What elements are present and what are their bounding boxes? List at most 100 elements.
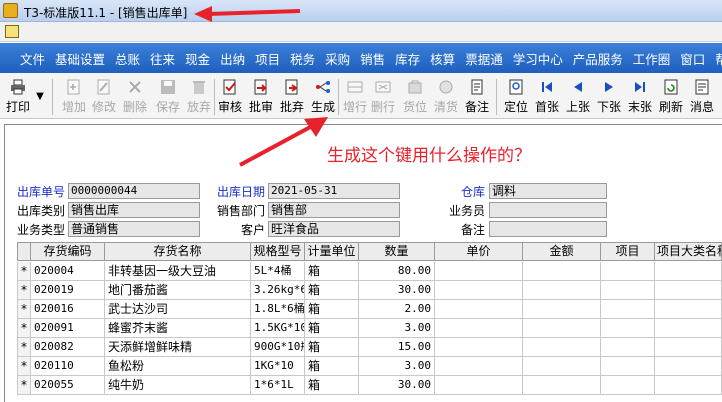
- cell-amount[interactable]: [523, 338, 601, 357]
- header-project[interactable]: 项目: [601, 242, 655, 261]
- cell-project-category[interactable]: [655, 319, 722, 338]
- cell-item-name[interactable]: 纯牛奶: [105, 376, 251, 395]
- cell-item-code[interactable]: 020019: [31, 281, 105, 300]
- menu-project[interactable]: 项目: [255, 49, 280, 68]
- cell-unit-price[interactable]: [435, 262, 523, 281]
- cell-amount[interactable]: [523, 262, 601, 281]
- row-marker[interactable]: *: [17, 376, 31, 395]
- cell-project-category[interactable]: [655, 338, 722, 357]
- clear-button[interactable]: 清货: [432, 77, 460, 117]
- out-type-field[interactable]: 销售出库: [68, 202, 200, 218]
- menu-cashier[interactable]: 出纳: [220, 49, 245, 68]
- document-icon[interactable]: [5, 25, 19, 38]
- header-item-code[interactable]: 存货编码: [31, 242, 105, 261]
- cell-amount[interactable]: [523, 357, 601, 376]
- header-project-category[interactable]: 项目大类名称: [655, 242, 722, 261]
- cell-project[interactable]: [601, 376, 655, 395]
- cell-unit-price[interactable]: [435, 338, 523, 357]
- cell-item-name[interactable]: 鱼松粉: [105, 357, 251, 376]
- cell-spec[interactable]: 1KG*10: [251, 357, 305, 376]
- edit-button[interactable]: 修改: [90, 77, 118, 117]
- cell-amount[interactable]: [523, 300, 601, 319]
- menu-accounts[interactable]: 往来: [150, 49, 175, 68]
- cell-unit-price[interactable]: [435, 319, 523, 338]
- cell-project-category[interactable]: [655, 357, 722, 376]
- cell-quantity[interactable]: 2.00: [359, 300, 435, 319]
- cell-spec[interactable]: 1.8L*6桶: [251, 300, 305, 319]
- location-button[interactable]: 货位: [401, 77, 429, 117]
- print-dropdown-icon[interactable]: ▼: [33, 91, 47, 105]
- menu-purchase[interactable]: 采购: [325, 49, 350, 68]
- cell-item-code[interactable]: 020016: [31, 300, 105, 319]
- row-marker[interactable]: *: [17, 338, 31, 357]
- cell-item-name[interactable]: 非转基因一级大豆油: [105, 262, 251, 281]
- out-date-field[interactable]: 2021-05-31: [268, 183, 400, 199]
- cell-item-code[interactable]: 020004: [31, 262, 105, 281]
- refresh-button[interactable]: 刷新: [657, 77, 685, 117]
- add-button[interactable]: 增加: [60, 77, 88, 117]
- menu-sales[interactable]: 销售: [360, 49, 385, 68]
- cell-project-category[interactable]: [655, 300, 722, 319]
- row-marker[interactable]: *: [17, 300, 31, 319]
- cell-unit[interactable]: 箱: [305, 319, 359, 338]
- cell-item-code[interactable]: 020091: [31, 319, 105, 338]
- menu-general-ledger[interactable]: 总账: [115, 49, 140, 68]
- cell-spec[interactable]: 1.5KG*10袋: [251, 319, 305, 338]
- cell-unit[interactable]: 箱: [305, 300, 359, 319]
- customer-field[interactable]: 旺洋食品: [268, 221, 400, 237]
- cell-unit-price[interactable]: [435, 357, 523, 376]
- menu-learning[interactable]: 学习中心: [513, 49, 563, 68]
- header-spec[interactable]: 规格型号: [251, 242, 305, 261]
- cell-project[interactable]: [601, 338, 655, 357]
- generate-button[interactable]: 生成: [309, 77, 337, 117]
- salesperson-field[interactable]: [489, 202, 607, 218]
- menu-help[interactable]: 帮助: [715, 49, 722, 68]
- cell-project-category[interactable]: [655, 281, 722, 300]
- cell-amount[interactable]: [523, 376, 601, 395]
- next-button[interactable]: 下张: [595, 77, 623, 117]
- cell-project[interactable]: [601, 319, 655, 338]
- cell-project[interactable]: [601, 357, 655, 376]
- menu-file[interactable]: 文件: [20, 49, 45, 68]
- cell-item-name[interactable]: 蜂蜜芥末酱: [105, 319, 251, 338]
- sales-dept-field[interactable]: 销售部: [268, 202, 400, 218]
- warehouse-field[interactable]: 调料: [489, 183, 607, 199]
- menu-cash[interactable]: 现金: [185, 49, 210, 68]
- remark-field[interactable]: [489, 221, 607, 237]
- cell-quantity[interactable]: 80.00: [359, 262, 435, 281]
- cell-quantity[interactable]: 30.00: [359, 281, 435, 300]
- review-button[interactable]: 审核: [216, 77, 244, 117]
- cell-project[interactable]: [601, 300, 655, 319]
- cell-quantity[interactable]: 3.00: [359, 357, 435, 376]
- reject-button[interactable]: 批弃: [278, 77, 306, 117]
- cell-spec[interactable]: 3.26kg*6瓶: [251, 281, 305, 300]
- menu-tax[interactable]: 税务: [290, 49, 315, 68]
- out-no-field[interactable]: 0000000044: [68, 183, 200, 199]
- last-button[interactable]: 末张: [626, 77, 654, 117]
- header-unit[interactable]: 计量单位: [305, 242, 359, 261]
- first-button[interactable]: 首张: [533, 77, 561, 117]
- cell-project[interactable]: [601, 281, 655, 300]
- cell-unit[interactable]: 箱: [305, 376, 359, 395]
- cell-project[interactable]: [601, 262, 655, 281]
- message-button[interactable]: 消息: [688, 77, 716, 117]
- cell-item-code[interactable]: 020110: [31, 357, 105, 376]
- row-marker[interactable]: *: [17, 357, 31, 376]
- save-button[interactable]: 保存: [154, 77, 182, 117]
- cell-unit[interactable]: 箱: [305, 357, 359, 376]
- menu-costing[interactable]: 核算: [430, 49, 455, 68]
- cell-spec[interactable]: 900G*10瓶: [251, 338, 305, 357]
- menu-window[interactable]: 窗口: [680, 49, 705, 68]
- header-item-name[interactable]: 存货名称: [105, 242, 251, 261]
- cell-quantity[interactable]: 3.00: [359, 319, 435, 338]
- menu-services[interactable]: 产品服务: [573, 49, 623, 68]
- note-button[interactable]: 备注: [463, 77, 491, 117]
- delete-button[interactable]: 删除: [121, 77, 149, 117]
- cell-spec[interactable]: 1*6*1L: [251, 376, 305, 395]
- menu-bills[interactable]: 票据通: [465, 49, 503, 68]
- cell-quantity[interactable]: 15.00: [359, 338, 435, 357]
- cell-item-name[interactable]: 地门番茄酱: [105, 281, 251, 300]
- header-unit-price[interactable]: 单价: [435, 242, 523, 261]
- abandon-button[interactable]: 放弃: [185, 77, 213, 117]
- locate-button[interactable]: 定位: [502, 77, 530, 117]
